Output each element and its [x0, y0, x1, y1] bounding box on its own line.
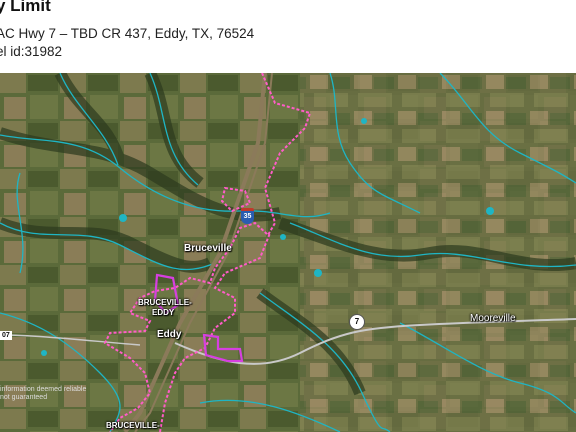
satellite-map[interactable]: Bruceville BRUCEVILLE- EDDY Eddy Moorevi…	[0, 73, 576, 432]
listing-address: AC Hwy 7 – TBD CR 437, Eddy, TX, 76524	[0, 26, 255, 41]
town-label-eddy: Eddy	[157, 329, 182, 340]
parcel-id: el id:31982	[0, 44, 63, 59]
state-highway-shield-icon: 7	[349, 314, 365, 330]
map-imagery	[0, 73, 576, 432]
interstate-shield-icon: 35	[241, 208, 254, 224]
city-label-eddy-line: EDDY	[152, 308, 175, 317]
attribution-line-1: information deemed reliable	[0, 386, 87, 393]
listing-header: y Limit AC Hwy 7 – TBD CR 437, Eddy, TX,…	[0, 0, 576, 73]
map-attribution: information deemed reliable not guarante…	[0, 386, 86, 402]
city-label-bruceville-eddy: BRUCEVILLE-	[138, 298, 192, 307]
attribution-line-2: not guaranteed	[0, 394, 48, 401]
town-label-mooreville: Mooreville	[470, 313, 516, 324]
listing-title: y Limit	[0, 0, 51, 15]
town-label-bruceville: Bruceville	[184, 243, 232, 254]
city-label-bruceville-bottom: BRUCEVILLE-	[106, 421, 160, 430]
highway-shield-left-icon: 07	[0, 331, 12, 340]
